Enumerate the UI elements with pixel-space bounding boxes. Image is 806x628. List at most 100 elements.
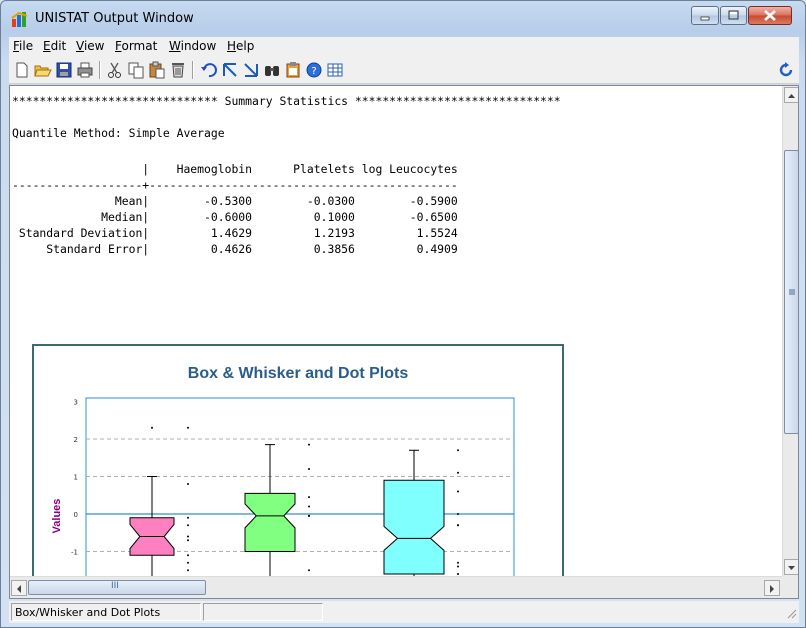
- refresh-icon[interactable]: [777, 61, 795, 79]
- dot-point: [308, 496, 310, 499]
- toolbar-separator: [192, 61, 194, 79]
- dot-point: [308, 443, 310, 446]
- toolbar: ?: [9, 57, 799, 84]
- y-axis-label: Values: [51, 499, 63, 534]
- scroll-up-button[interactable]: [784, 87, 798, 103]
- table-row-median: Median| -0.6000 0.1000 -0.6500: [12, 210, 458, 224]
- table-row-mean: Mean| -0.5300 -0.0300 -0.5900: [12, 194, 458, 208]
- dot-point: [457, 490, 459, 493]
- delete-icon[interactable]: [169, 61, 187, 79]
- dot-point: [308, 468, 310, 470]
- close-icon: [764, 10, 776, 21]
- output-pane[interactable]: ****************************** Summary S…: [9, 85, 799, 599]
- dot-point: [457, 561, 459, 564]
- dot-point: [187, 561, 189, 564]
- status-pane-secondary: [203, 603, 323, 621]
- vertical-scroll-thumb[interactable]: [784, 150, 798, 434]
- dot-point: [457, 513, 459, 515]
- dot-point: [457, 471, 459, 474]
- arrow-right-icon: [770, 585, 774, 593]
- chart-title: Box & Whisker and Dot Plots: [188, 365, 409, 382]
- chart-frame[interactable]: Box & Whisker and Dot Plots Values 3 2 1 0 -1: [32, 344, 564, 576]
- close-button[interactable]: [748, 6, 792, 25]
- table-row-std-dev: Standard Deviation| 1.4629 1.2193 1.5524: [12, 226, 458, 240]
- dot-point: [187, 569, 189, 572]
- grip-label: III: [111, 581, 119, 591]
- menu-file[interactable]: File: [13, 39, 33, 53]
- y-tick-label: 2: [74, 436, 78, 444]
- size-grip-icon[interactable]: [785, 607, 797, 619]
- quantile-method-line: Quantile Method: Simple Average: [12, 126, 225, 140]
- window-title: UNISTAT Output Window: [35, 11, 194, 26]
- unistat-app-icon[interactable]: [11, 10, 29, 28]
- scroll-down-button[interactable]: [784, 559, 798, 575]
- dot-point: [187, 539, 189, 542]
- menu-view[interactable]: View: [76, 39, 104, 53]
- dot-point: [187, 426, 189, 429]
- maximize-button[interactable]: [720, 6, 747, 25]
- vertical-scrollbar[interactable]: [782, 86, 798, 576]
- minimize-icon: [700, 16, 710, 21]
- dot-point: [457, 524, 459, 527]
- output-text-area[interactable]: ****************************** Summary S…: [12, 86, 780, 576]
- summary-header-line: ****************************** Summary S…: [12, 94, 561, 108]
- horizontal-scrollbar[interactable]: III: [10, 576, 782, 598]
- output-window: UNISTAT Output Window File Edit View For…: [0, 0, 806, 628]
- menu-format[interactable]: Format: [115, 39, 157, 53]
- grip-icon: [789, 289, 795, 295]
- table-header-line: | Haemoglobin Platelets log Leucocytes: [12, 162, 458, 176]
- dot-point: [457, 573, 459, 575]
- print-icon[interactable]: [76, 61, 94, 79]
- arrow-down-icon: [788, 566, 795, 570]
- arrow-left-icon: [17, 585, 21, 593]
- menu-window[interactable]: Window: [169, 39, 216, 53]
- dot-point: [187, 554, 189, 557]
- find-icon[interactable]: [263, 61, 281, 79]
- paste-icon[interactable]: [148, 61, 166, 79]
- dot-point: [457, 565, 459, 568]
- box-plot-2: [244, 492, 296, 552]
- copy-icon[interactable]: [127, 61, 145, 79]
- dot-point: [308, 514, 310, 517]
- open-icon[interactable]: [34, 61, 52, 79]
- y-tick-label: 1: [74, 474, 78, 482]
- goto-start-icon[interactable]: [221, 61, 239, 79]
- table-row-std-err: Standard Error| 0.4626 0.3856 0.4909: [12, 242, 458, 256]
- scrollbar-corner: [782, 576, 798, 598]
- undo-icon[interactable]: [200, 61, 218, 79]
- clipboard-icon[interactable]: [284, 61, 302, 79]
- svg-text:?: ?: [311, 66, 316, 77]
- status-pane-main: Box/Whisker and Dot Plots: [11, 603, 201, 621]
- table-divider-line: -------------------+--------------------…: [12, 178, 458, 192]
- dot-point: [187, 524, 189, 527]
- y-tick-label: 0: [74, 511, 78, 519]
- scroll-left-button[interactable]: [11, 580, 27, 596]
- menu-help[interactable]: Help: [227, 39, 254, 53]
- menu-edit[interactable]: Edit: [43, 39, 66, 53]
- menu-bar: File Edit View Format Window Help: [9, 37, 799, 57]
- horizontal-scroll-thumb[interactable]: III: [28, 580, 206, 595]
- arrow-up-icon: [788, 94, 795, 98]
- cut-icon[interactable]: [106, 61, 124, 79]
- box-whisker-chart: Box & Whisker and Dot Plots Values 3 2 1 0 -1: [51, 365, 515, 576]
- dot-point: [308, 569, 310, 572]
- dot-point: [308, 505, 310, 508]
- minimize-button[interactable]: [691, 6, 719, 25]
- outlier-point: [151, 426, 153, 429]
- help-icon[interactable]: ?: [305, 61, 323, 79]
- maximize-icon: [728, 10, 739, 20]
- goto-end-icon[interactable]: [242, 61, 260, 79]
- save-icon[interactable]: [55, 61, 73, 79]
- y-tick-label: -1: [71, 549, 78, 557]
- dot-point: [457, 449, 459, 452]
- title-bar[interactable]: UNISTAT Output Window: [1, 1, 805, 37]
- scroll-right-button[interactable]: [764, 580, 780, 596]
- status-bar: Box/Whisker and Dot Plots: [9, 601, 799, 623]
- box-plot-3: [383, 479, 445, 575]
- dot-point: [187, 483, 189, 485]
- new-icon[interactable]: [13, 61, 31, 79]
- y-tick-label: 3: [74, 399, 78, 407]
- dot-point: [187, 535, 189, 538]
- dot-point: [187, 516, 189, 519]
- table-icon[interactable]: [326, 61, 344, 79]
